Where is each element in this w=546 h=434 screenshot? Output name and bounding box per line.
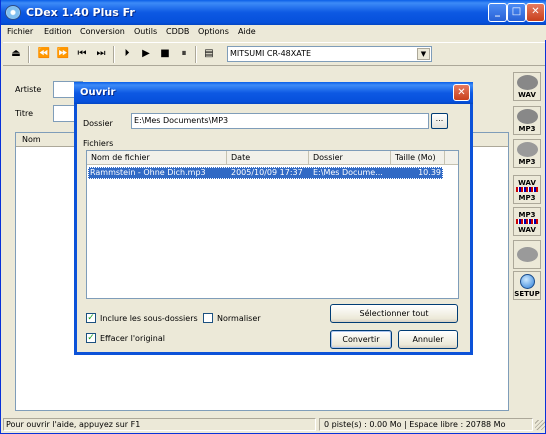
column-date[interactable]: Date [227,151,309,165]
maximize-button[interactable]: □ [507,3,526,22]
setup-button[interactable]: SETUP [513,271,541,300]
file-name: Rammstein - Ohne Dich.mp3 [90,168,206,177]
files-label: Fichiers [83,139,114,148]
menu-bar: Fichier Edition Conversion Outils CDDB O… [1,25,546,40]
convert-button[interactable]: Convertir [330,330,392,349]
cd-to-mp3-button[interactable]: MP3 [513,106,541,135]
title-label: Titre [15,109,34,118]
normalize-label[interactable]: Normaliser [217,314,261,323]
file-size: 10.39 [418,168,441,177]
menu-options[interactable]: Options [198,27,229,36]
previous-track-icon[interactable]: ⏮ [75,47,89,61]
cd-to-mp3-alt-button[interactable]: MP3 [513,139,541,168]
wav-to-mp3-icon [516,187,538,192]
drive-select[interactable]: MITSUMI CR-48XATE ▼ [227,46,432,62]
browse-button[interactable]: ... [431,113,448,129]
dialog-close-button[interactable]: ✕ [453,84,470,101]
setup-icon [520,274,535,289]
eject-icon[interactable]: ⏏ [9,47,23,61]
app-cd-icon [5,5,21,20]
window-title: CDex 1.40 Plus Fr [26,6,135,19]
fast-forward-icon[interactable]: ⏩ [56,47,70,61]
menu-cddb[interactable]: CDDB [166,27,189,36]
title-bar[interactable]: CDex 1.40 Plus Fr _ □ ✕ [1,0,546,25]
menu-edition[interactable]: Edition [44,27,72,36]
include-subfolders-label[interactable]: Inclure les sous-dossiers [100,314,198,323]
cd-to-wav-button[interactable]: WAV [513,72,541,101]
pause-icon[interactable]: ⏸ [177,47,191,61]
file-list[interactable]: Nom de fichier Date Dossier Taille (Mo) … [86,150,459,299]
menu-fichier[interactable]: Fichier [7,27,33,36]
column-folder[interactable]: Dossier [309,151,391,165]
menu-conversion[interactable]: Conversion [80,27,125,36]
rewind-icon[interactable]: ⏪ [37,47,51,61]
cancel-button[interactable]: Annuler [398,330,458,349]
mp3-to-wav-icon [516,219,538,224]
cdda-icon[interactable]: ▤ [202,47,216,61]
status-help-text: Pour ouvrir l'aide, appuyez sur F1 [3,418,316,431]
select-all-button[interactable]: Sélectionner tout [330,304,458,323]
file-row[interactable]: Rammstein - Ohne Dich.mp3 2005/10/09 17:… [88,167,443,179]
delete-original-label[interactable]: Effacer l'original [100,334,165,343]
wav-to-mp3-button[interactable]: WAV MP3 [513,175,541,204]
close-button[interactable]: ✕ [526,3,545,22]
dialog-title: Ouvrir [80,87,116,98]
toolbar-separator [113,46,115,63]
status-disk-info: 0 piste(s) : 0.00 Mo | Espace libre : 20… [319,418,533,431]
toolbar-separator [28,46,30,63]
toolbar-separator [195,46,197,63]
file-date: 2005/10/09 17:37 [231,168,303,177]
menu-aide[interactable]: Aide [238,27,256,36]
file-folder: E:\Mes Docume... [313,168,383,177]
eject-disc-button[interactable] [513,240,541,269]
cd-to-wav-icon [517,75,538,90]
stop-icon[interactable]: ■ [158,47,172,61]
play-icon[interactable]: ▶ [139,47,153,61]
resize-grip[interactable] [535,420,545,430]
folder-label: Dossier [83,119,113,128]
status-bar: Pour ouvrir l'aide, appuyez sur F1 0 pis… [3,417,545,432]
cd-to-mp3-icon [517,109,538,124]
minimize-button[interactable]: _ [488,3,507,22]
menu-outils[interactable]: Outils [134,27,157,36]
drive-select-value: MITSUMI CR-48XATE [230,49,312,58]
column-size[interactable]: Taille (Mo) [391,151,445,165]
eject-disc-icon [517,247,538,262]
artist-label: Artiste [15,85,42,94]
dialog-title-bar[interactable]: Ouvrir ✕ [74,82,473,104]
normalize-checkbox[interactable] [203,313,213,323]
column-filename[interactable]: Nom de fichier [87,151,227,165]
skip-icon[interactable]: ⏵ [120,47,134,61]
toolbar: ⏏ ⏪ ⏩ ⏮ ⏭ ⏵ ▶ ■ ⏸ ▤ MITSUMI CR-48XATE ▼ [3,42,545,66]
mp3-to-wav-button[interactable]: MP3 WAV [513,207,541,236]
folder-path-field[interactable]: E:\Mes Documents\MP3 [131,113,429,129]
next-track-icon[interactable]: ⏭ [94,47,108,61]
cd-to-mp3-alt-icon [517,142,538,157]
include-subfolders-checkbox[interactable]: ✓ [86,313,96,323]
name-column-header[interactable]: Nom [22,135,41,144]
file-list-header: Nom de fichier Date Dossier Taille (Mo) [87,151,458,165]
chevron-down-icon[interactable]: ▼ [417,48,430,60]
open-dialog: Ouvrir ✕ Dossier E:\Mes Documents\MP3 ..… [74,82,473,355]
delete-original-checkbox[interactable]: ✓ [86,333,96,343]
